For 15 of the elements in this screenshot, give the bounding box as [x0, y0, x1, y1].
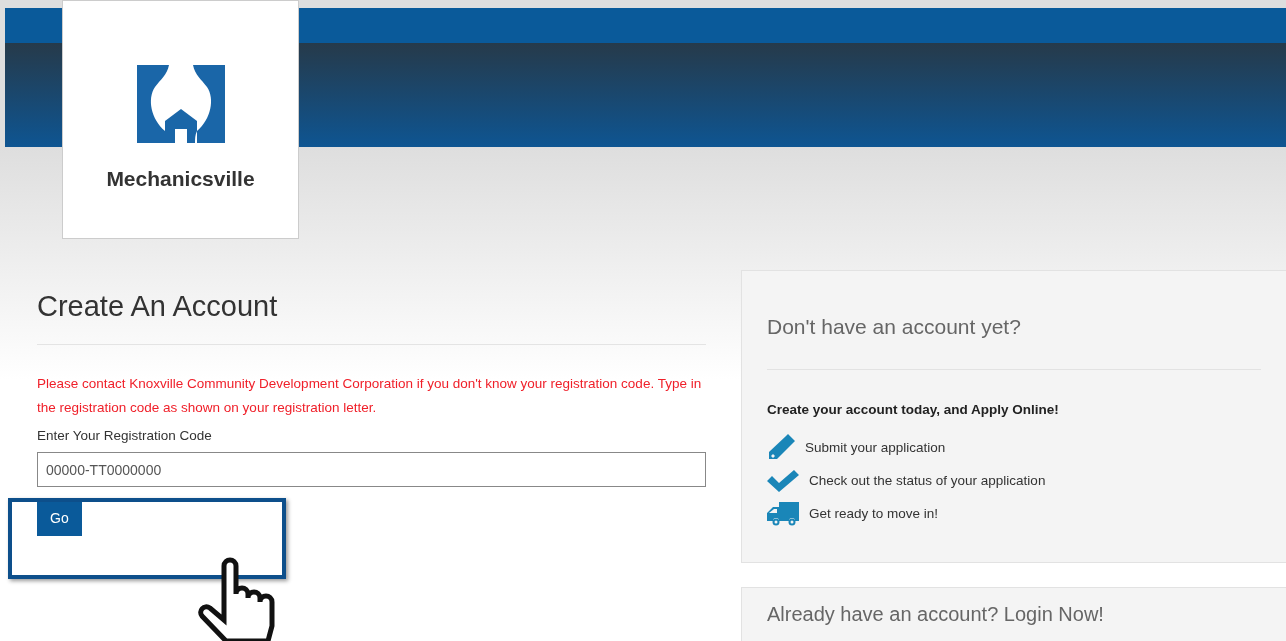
truck-icon: [767, 501, 799, 527]
panel-title: Don't have an account yet?: [767, 311, 1261, 370]
go-button[interactable]: Go: [37, 501, 82, 536]
panel-title: Already have an account? Login Now!: [767, 602, 1105, 626]
feature-text: Check out the status of your application: [809, 472, 1046, 491]
check-icon: [767, 470, 799, 493]
page-title: Create An Account: [37, 288, 706, 345]
panel-subtitle: Create your account today, and Apply Online!: [767, 400, 1060, 419]
feature-text: Submit your application: [805, 439, 946, 458]
notice-text: Please contact Knoxville Community Development Corporation if you don't know your registration code. Type in the registration code as shown on your registration letter.: [37, 375, 703, 417]
logo-text: Mechanicsville: [106, 166, 255, 192]
wrench-house-logo-icon: [136, 65, 225, 143]
registration-code-field[interactable]: 00000-TT0000000: [37, 452, 706, 487]
feature-text: Get ready to move in!: [809, 505, 939, 524]
field-label: Enter Your Registration Code: [37, 427, 213, 445]
